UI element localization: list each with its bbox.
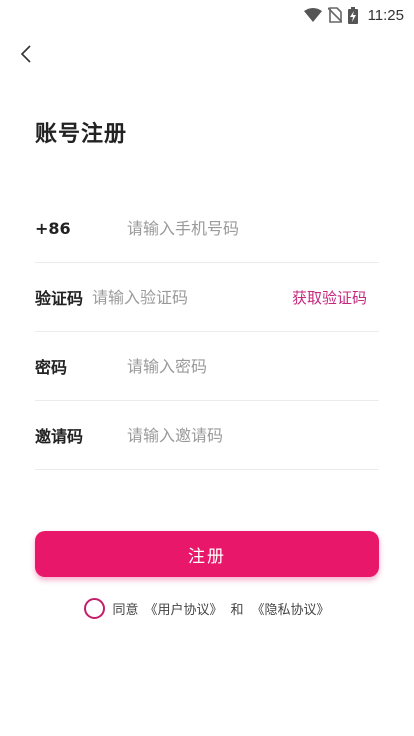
user-agreement-link[interactable]: 《用户协议》 bbox=[144, 599, 222, 618]
code-row: 验证码 获取验证码 bbox=[35, 263, 379, 332]
password-input[interactable] bbox=[127, 356, 379, 376]
password-row: 密码 bbox=[35, 332, 379, 401]
wifi-icon bbox=[303, 8, 322, 22]
phone-row: +86 bbox=[35, 194, 379, 263]
agreement: 同意 《用户协议》 和 《隐私协议》 bbox=[0, 598, 414, 619]
agree-checkbox[interactable] bbox=[84, 598, 106, 619]
page-title: 账号注册 bbox=[35, 122, 128, 147]
no-sim-icon bbox=[327, 7, 342, 23]
code-label: 验证码 bbox=[35, 289, 84, 308]
invite-row: 邀请码 bbox=[35, 401, 379, 470]
phone-country-code: +86 bbox=[35, 218, 71, 238]
code-input[interactable] bbox=[91, 287, 292, 307]
chevron-left-icon bbox=[20, 44, 32, 68]
password-label: 密码 bbox=[35, 358, 68, 377]
invite-label: 邀请码 bbox=[35, 427, 84, 446]
status-time: 11:25 bbox=[367, 6, 404, 24]
status-bar: 11:25 bbox=[0, 0, 414, 30]
phone-input[interactable] bbox=[127, 218, 379, 238]
register-button[interactable]: 注册 bbox=[35, 531, 379, 577]
back-button[interactable] bbox=[14, 42, 38, 70]
battery-charging-icon bbox=[347, 6, 358, 24]
privacy-agreement-link[interactable]: 《隐私协议》 bbox=[252, 599, 330, 618]
invite-input[interactable] bbox=[127, 425, 379, 445]
register-form: +86 验证码 获取验证码 密码 邀请码 bbox=[35, 194, 379, 470]
agree-prefix: 同意 bbox=[112, 603, 139, 618]
get-code-button[interactable]: 获取验证码 bbox=[292, 287, 367, 308]
agree-and: 和 bbox=[230, 603, 244, 618]
